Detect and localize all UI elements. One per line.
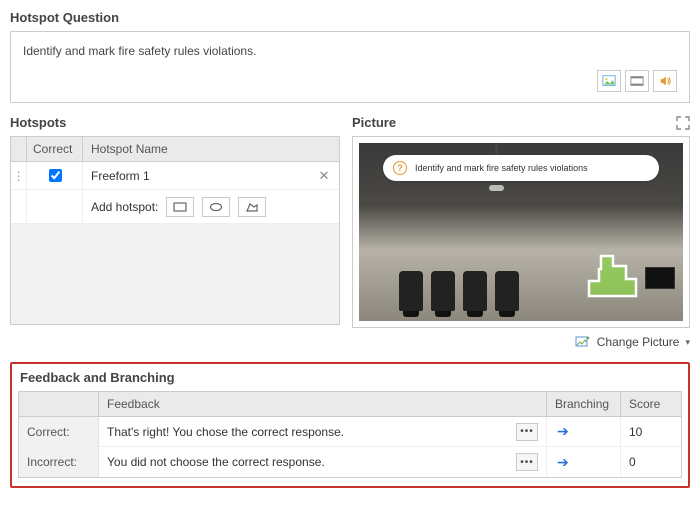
change-picture-button[interactable]: Change Picture ▾	[352, 334, 690, 350]
picture-tooltip: ? Identify and mark fire safety rules vi…	[383, 155, 659, 181]
score-incorrect[interactable]: 0	[621, 447, 681, 477]
header-branching: Branching	[547, 392, 621, 416]
feedback-edit-button[interactable]: •••	[516, 423, 538, 441]
picture-tooltip-text: Identify and mark fire safety rules viol…	[415, 163, 588, 173]
question-section-title: Hotspot Question	[10, 10, 690, 25]
hotspot-correct-checkbox[interactable]	[49, 169, 62, 182]
header-feedback: Feedback	[99, 392, 547, 416]
header-correct: Correct	[27, 137, 83, 161]
hotspot-row: ⋮ Freeform 1 ✕	[11, 162, 339, 190]
picture-decor	[495, 271, 519, 311]
picture-section-title: Picture	[352, 115, 396, 130]
header-name: Hotspot Name	[83, 137, 339, 161]
expand-picture-button[interactable]	[676, 116, 690, 133]
feedback-text-correct[interactable]: That's right! You chose the correct resp…	[107, 425, 344, 439]
delete-hotspot-button[interactable]: ✕	[309, 168, 339, 184]
hotspot-name-cell[interactable]: Freeform 1	[83, 162, 309, 189]
feedback-row-label: Correct:	[19, 417, 99, 446]
feedback-section: Feedback and Branching Feedback Branchin…	[10, 362, 690, 488]
drag-handle-icon[interactable]: ⋮	[11, 162, 27, 189]
add-oval-button[interactable]	[202, 197, 230, 217]
media-buttons	[597, 70, 677, 92]
add-rectangle-button[interactable]	[166, 197, 194, 217]
change-picture-label: Change Picture	[597, 335, 680, 349]
feedback-header: Feedback Branching Score	[19, 392, 681, 417]
branching-button-correct[interactable]: ➔	[547, 417, 621, 446]
picture-frame: ? Identify and mark fire safety rules vi…	[352, 136, 690, 328]
picture-decor	[431, 271, 455, 311]
insert-video-button[interactable]	[625, 70, 649, 92]
picture-decor	[645, 267, 675, 289]
add-hotspot-label: Add hotspot:	[91, 200, 158, 214]
score-correct[interactable]: 10	[621, 417, 681, 446]
feedback-row-correct: Correct: That's right! You chose the cor…	[19, 417, 681, 447]
insert-image-button[interactable]	[597, 70, 621, 92]
hotspots-header: Correct Hotspot Name	[11, 137, 339, 162]
chevron-down-icon: ▾	[685, 337, 690, 348]
feedback-text-incorrect[interactable]: You did not choose the correct response.	[107, 455, 325, 469]
feedback-edit-button[interactable]: •••	[516, 453, 538, 471]
picture-canvas[interactable]: ? Identify and mark fire safety rules vi…	[359, 143, 683, 321]
question-text[interactable]: Identify and mark fire safety rules viol…	[23, 42, 256, 58]
feedback-section-title: Feedback and Branching	[20, 370, 682, 385]
question-mark-icon: ?	[393, 161, 407, 175]
hotspots-empty-area	[11, 224, 339, 324]
branching-button-incorrect[interactable]: ➔	[547, 447, 621, 477]
picture-decor	[463, 271, 487, 311]
add-hotspot-row: Add hotspot:	[11, 190, 339, 224]
hotspot-shape-freeform[interactable]	[581, 251, 641, 301]
hotspots-section-title: Hotspots	[10, 115, 340, 130]
feedback-row-incorrect: Incorrect: You did not choose the correc…	[19, 447, 681, 477]
header-score: Score	[621, 392, 681, 416]
question-box: Identify and mark fire safety rules viol…	[10, 31, 690, 103]
hotspots-grid: Correct Hotspot Name ⋮ Freeform 1 ✕ Add …	[10, 136, 340, 325]
feedback-row-label: Incorrect:	[19, 447, 99, 477]
insert-audio-button[interactable]	[653, 70, 677, 92]
add-freeform-button[interactable]	[238, 197, 266, 217]
feedback-grid: Feedback Branching Score Correct: That's…	[18, 391, 682, 478]
change-picture-icon	[575, 334, 591, 350]
picture-decor	[399, 271, 423, 311]
